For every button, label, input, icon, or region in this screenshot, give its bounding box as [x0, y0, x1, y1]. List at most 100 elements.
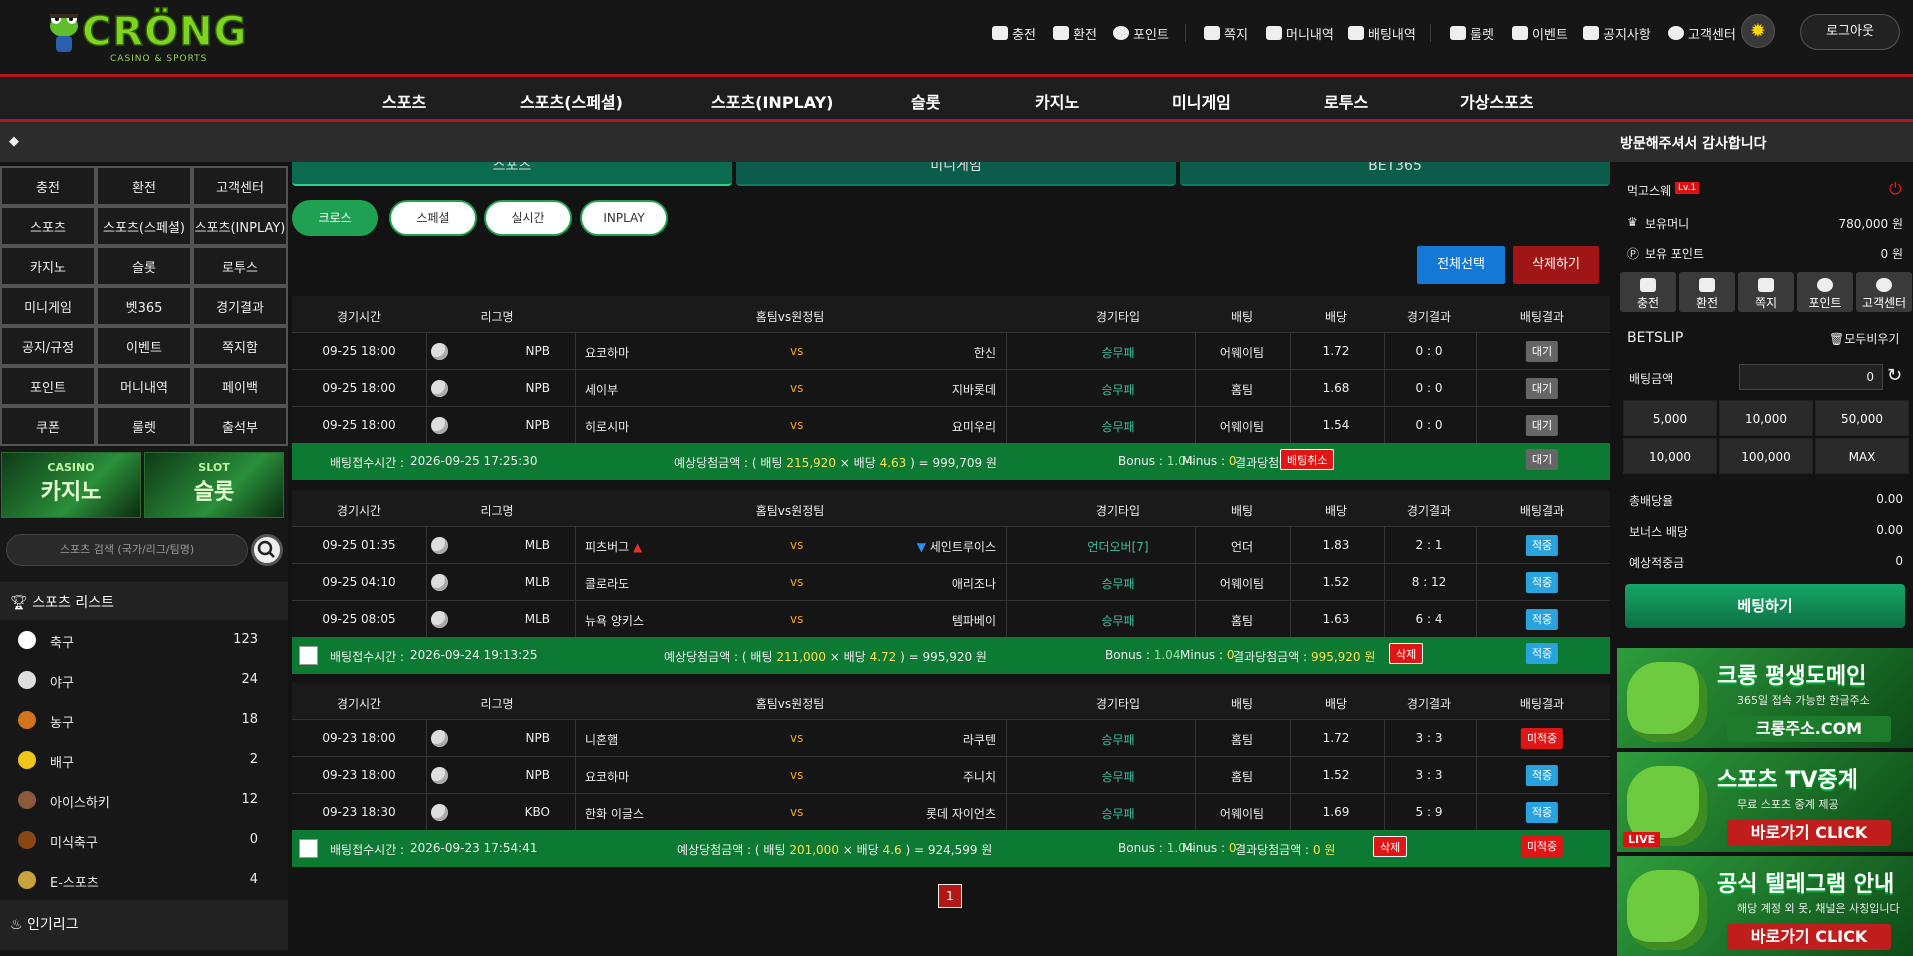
nav-message[interactable]: 쪽지: [1204, 22, 1248, 44]
quick-money-history-button[interactable]: 머니내역: [96, 366, 192, 406]
bet-summary-status: 적중: [1525, 643, 1559, 664]
up-arrow-icon: ▲: [629, 540, 643, 554]
nav-event[interactable]: 이벤트: [1512, 22, 1568, 44]
bet-pick: 어웨이팀: [1219, 420, 1265, 434]
quick-payback-button[interactable]: 페이백: [192, 366, 288, 406]
bet-amount-input[interactable]: 0: [1739, 364, 1883, 390]
divider: [1195, 527, 1196, 564]
expected-row: 예상적중금 0: [1629, 554, 1903, 570]
delete-bet-button[interactable]: 삭제: [1389, 643, 1424, 664]
amount-button[interactable]: 10,000: [1623, 438, 1717, 474]
odds: 1.69: [1322, 805, 1350, 819]
mainnav-sports-inplay[interactable]: 스포츠(INPLAY): [711, 89, 834, 113]
amount-button[interactable]: 10,000: [1719, 400, 1813, 436]
tab-minigame[interactable]: 미니게임: [736, 162, 1176, 186]
power-off-icon[interactable]: ⏻: [1889, 179, 1902, 199]
filter-realtime[interactable]: 실시간: [484, 200, 572, 236]
logout-button[interactable]: 로그아웃: [1800, 14, 1900, 50]
nav-roulette[interactable]: 룰렛: [1450, 22, 1494, 44]
amount-button[interactable]: 5,000: [1623, 400, 1717, 436]
sport-item[interactable]: 농구 18: [0, 700, 288, 740]
sport-item[interactable]: E-스포츠 4: [0, 860, 288, 900]
quick-lotus-button[interactable]: 로투스: [192, 246, 288, 286]
amount-button[interactable]: 50,000: [1815, 400, 1909, 436]
match-time: 09-25 18:00: [322, 344, 396, 358]
divider: [1195, 757, 1196, 794]
right-support-button[interactable]: 고객센터: [1856, 272, 1912, 312]
quick-deposit-button[interactable]: 충전: [0, 166, 96, 206]
ad-telegram-banner[interactable]: 공식 텔레그램 안내 해당 계정 외 못, 채널은 사칭입니다 바로가기 CLICK: [1617, 856, 1913, 956]
quick-point-button[interactable]: 포인트: [0, 366, 96, 406]
quick-message-box-button[interactable]: 쪽지함: [192, 326, 288, 366]
nav-support[interactable]: 고객센터: [1668, 22, 1736, 44]
tab-sports[interactable]: 스포츠: [292, 162, 732, 186]
site-logo[interactable]: CRÖNG CASINO & SPORTS: [46, 8, 247, 66]
pagination-page[interactable]: 1: [938, 884, 962, 908]
nav-deposit[interactable]: 충전: [992, 22, 1036, 44]
nav-notice[interactable]: 공지사항: [1583, 22, 1651, 44]
sport-item[interactable]: 축구 123: [0, 620, 288, 660]
mainnav-sports-special[interactable]: 스포츠(스페셜): [520, 89, 623, 113]
sport-item[interactable]: 야구 24: [0, 660, 288, 700]
quick-withdraw-button[interactable]: 환전: [96, 166, 192, 206]
quick-sports-inplay-button[interactable]: 스포츠(INPLAY): [192, 206, 288, 246]
quick-coupon-button[interactable]: 쿠폰: [0, 406, 96, 446]
right-point-button[interactable]: 포인트: [1797, 272, 1853, 312]
odds: 1.52: [1322, 575, 1350, 589]
mainnav-casino[interactable]: 카지노: [1035, 89, 1079, 113]
cancel-bet-button[interactable]: 배팅취소: [1280, 449, 1335, 470]
quick-sports-special-button[interactable]: 스포츠(스페셜): [96, 206, 192, 246]
slot-banner[interactable]: SLOT 슬롯: [144, 452, 284, 518]
popular-leagues-header[interactable]: ♨ 인기리그: [0, 900, 288, 950]
mainnav-slot[interactable]: 슬롯: [911, 89, 940, 113]
casino-banner[interactable]: CASINO 카지노: [1, 452, 141, 518]
quick-slot-button[interactable]: 슬롯: [96, 246, 192, 286]
nav-withdraw[interactable]: 환전: [1053, 22, 1097, 44]
delete-bet-button[interactable]: 삭제: [1373, 836, 1408, 857]
right-deposit-button[interactable]: 충전: [1620, 272, 1676, 312]
right-message-button[interactable]: 쪽지: [1738, 272, 1794, 312]
filter-special[interactable]: 스페셜: [389, 200, 477, 236]
amount-button[interactable]: MAX: [1815, 438, 1909, 474]
sport-item[interactable]: 배구 2: [0, 740, 288, 780]
clear-all-button[interactable]: 🗑︎모두비우기: [1829, 330, 1899, 347]
quick-sports-button[interactable]: 스포츠: [0, 206, 96, 246]
mainnav-virtual-sports[interactable]: 가상스포츠: [1460, 89, 1534, 113]
mainnav-minigame[interactable]: 미니게임: [1172, 89, 1231, 113]
ad-domain-banner[interactable]: 크롱 평생도메인 365일 접속 가능한 한글주소 크롱주소.COM: [1617, 648, 1913, 748]
sports-search-input[interactable]: 스포츠 검색 (국가/리그/팀명): [6, 534, 248, 566]
quick-attendance-button[interactable]: 출석부: [192, 406, 288, 446]
tab-bet365[interactable]: BET365: [1180, 162, 1610, 186]
nav-money-history[interactable]: 머니내역: [1266, 22, 1334, 44]
bet-select-checkbox[interactable]: [299, 646, 318, 665]
filter-inplay[interactable]: INPLAY: [580, 200, 668, 236]
ad-tv-banner[interactable]: LIVE 스포츠 TV중계 무료 스포츠 중계 제공 바로가기 CLICK: [1617, 752, 1913, 852]
place-bet-button[interactable]: 베팅하기: [1625, 584, 1905, 628]
search-icon[interactable]: [251, 534, 283, 566]
bet-select-checkbox[interactable]: [299, 839, 318, 858]
frog-mascot-icon: [50, 14, 78, 52]
quick-notice-rules-button[interactable]: 공지/규정: [0, 326, 96, 366]
nav-bet-history[interactable]: 배팅내역: [1348, 22, 1416, 44]
quick-results-button[interactable]: 경기결과: [192, 286, 288, 326]
quick-bet365-button[interactable]: 벳365: [96, 286, 192, 326]
refresh-icon[interactable]: ↻: [1887, 365, 1902, 386]
delete-button[interactable]: 삭제하기: [1513, 246, 1599, 284]
quick-minigame-button[interactable]: 미니게임: [0, 286, 96, 326]
filter-cross[interactable]: 크로스: [292, 200, 378, 236]
divider: [1476, 794, 1477, 831]
quick-roulette-button[interactable]: 룰렛: [96, 406, 192, 446]
quick-support-button[interactable]: 고객센터: [192, 166, 288, 206]
nav-point[interactable]: 포인트: [1113, 22, 1169, 44]
theme-toggle-sun-icon[interactable]: ✹: [1741, 14, 1775, 48]
right-withdraw-button[interactable]: 환전: [1679, 272, 1735, 312]
sport-item[interactable]: 아이스하키 12: [0, 780, 288, 820]
divider: [1476, 333, 1477, 370]
mainnav-sports[interactable]: 스포츠: [382, 89, 426, 113]
quick-casino-button[interactable]: 카지노: [0, 246, 96, 286]
quick-event-button[interactable]: 이벤트: [96, 326, 192, 366]
amount-button[interactable]: 100,000: [1719, 438, 1813, 474]
sport-item[interactable]: 미식축구 0: [0, 820, 288, 860]
select-all-button[interactable]: 전체선택: [1417, 246, 1505, 284]
mainnav-lotus[interactable]: 로투스: [1324, 89, 1368, 113]
